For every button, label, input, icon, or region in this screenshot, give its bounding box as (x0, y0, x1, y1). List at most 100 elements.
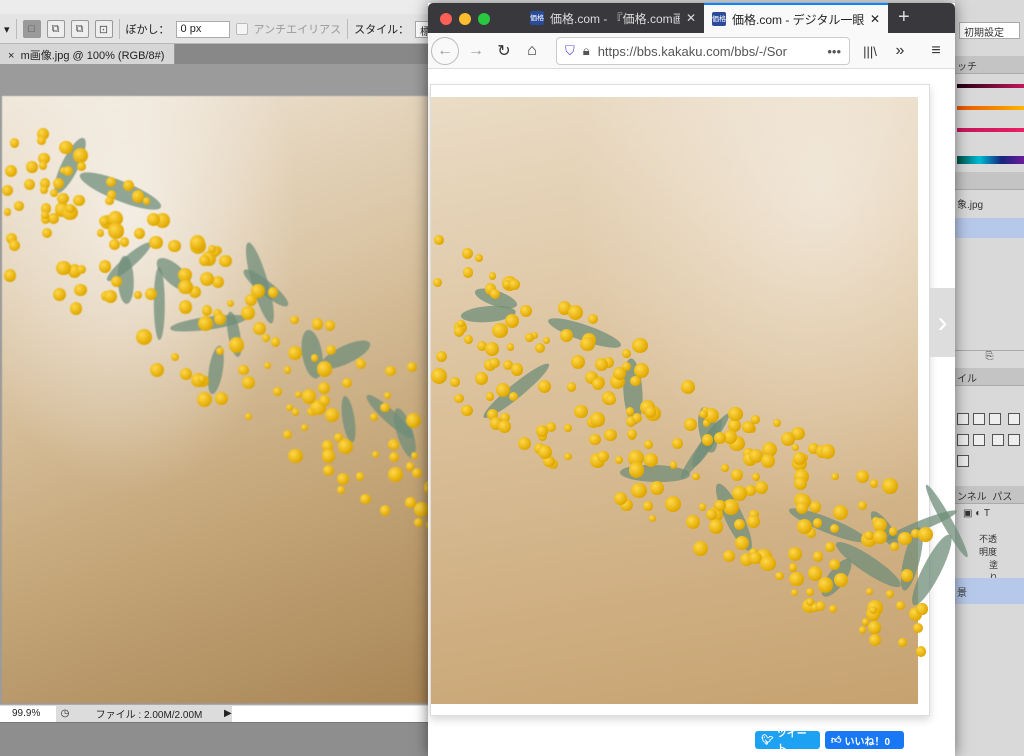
blossom-dot (98, 260, 112, 273)
bw-icon[interactable] (1007, 413, 1020, 425)
blossom-dot (463, 335, 473, 345)
browser-tab[interactable]: 価格 価格.com - 『価格.com画像ア ✕ (522, 3, 704, 33)
invert-icon[interactable] (957, 455, 969, 467)
layer-background[interactable]: 景 (955, 578, 1024, 604)
blossom-dot (273, 387, 283, 397)
channel-mixer-icon[interactable] (973, 434, 985, 446)
ps-status-bar: 99.9% ◷ ファイル : 2.00M/2.00M ▶ (0, 704, 428, 722)
blossom-dot (564, 424, 572, 432)
blossom-dot (56, 260, 71, 276)
blossom-dot (341, 377, 353, 389)
blossom-dot (721, 464, 729, 472)
blossom-dot (200, 271, 215, 286)
divider (347, 19, 349, 39)
library-icon[interactable]: |||\ (860, 39, 880, 63)
levels-icon[interactable] (957, 413, 969, 425)
swatch-row[interactable] (957, 128, 1024, 132)
home-button[interactable]: ⌂ (522, 39, 542, 63)
history-file[interactable]: 象.jpg (955, 194, 1024, 213)
blossom-dot (110, 276, 122, 288)
intersect-selection-icon[interactable]: ⊡ (94, 20, 113, 38)
blossom-dot (805, 588, 814, 597)
blossom-dot (898, 531, 912, 546)
add-selection-icon[interactable]: ⧉ (46, 20, 65, 38)
blossom-dot (238, 364, 249, 376)
blossom-dot (74, 283, 87, 296)
adjustment-icons (955, 410, 1024, 473)
new-snapshot-icon[interactable]: ⎘ (955, 350, 1024, 368)
blossom-dot (590, 412, 605, 427)
status-icon[interactable]: ◷ (56, 708, 74, 719)
swatch-row[interactable] (957, 84, 1024, 88)
next-image-button[interactable]: › (930, 288, 955, 357)
close-tab-icon[interactable]: ✕ (870, 12, 880, 26)
menu-icon[interactable]: ≡ (926, 39, 946, 63)
blossom-dot (792, 451, 806, 465)
blossom-dot (453, 326, 465, 337)
blossom-dot (2, 184, 14, 197)
tool-preset-dropdown[interactable]: ▾ (4, 23, 10, 36)
blossom-dot (57, 192, 69, 205)
photo-filter-icon[interactable] (957, 434, 969, 446)
swatch-row[interactable] (957, 106, 1024, 110)
zoom-level[interactable]: 99.9% (0, 705, 56, 722)
history-selected[interactable] (955, 218, 1024, 238)
curves-icon[interactable] (973, 413, 985, 425)
exposure-icon[interactable] (989, 413, 1001, 425)
mimosa-photo[interactable] (431, 97, 972, 704)
back-button[interactable]: ← (431, 37, 459, 65)
image-frame (430, 84, 972, 716)
selective-color-icon[interactable] (1007, 434, 1020, 446)
browser-tab-active[interactable]: 価格 価格.com - デジタル一眼カメ ✕ (704, 3, 888, 33)
blossom-dot (789, 571, 804, 586)
blossom-dot (485, 392, 495, 401)
blossom-dot (735, 535, 750, 550)
blossom-dot (597, 450, 609, 463)
blossom-dot (683, 417, 697, 431)
zoom-window-button[interactable] (478, 13, 490, 25)
tab-channels[interactable]: ンネル (957, 492, 987, 503)
close-icon[interactable]: × (8, 50, 14, 62)
feather-input[interactable]: 0 px (175, 20, 230, 38)
new-selection-icon[interactable]: □ (22, 20, 41, 38)
ps-canvas-image[interactable] (2, 96, 428, 703)
blossom-dot (648, 515, 657, 523)
blossom-dot (435, 350, 448, 363)
blossom-dot (263, 361, 272, 370)
antialias-checkbox[interactable] (235, 23, 248, 35)
overflow-icon[interactable]: » (890, 39, 910, 63)
reload-button[interactable]: ↻ (494, 39, 514, 63)
url-bar[interactable]: ⛉ 🔒︎ https://bbs.kakaku.com/bbs/-/Sor ••… (556, 37, 850, 65)
blossom-dot (149, 362, 165, 378)
blossom-dot (142, 197, 151, 205)
gradient-map-icon[interactable] (991, 434, 1004, 446)
shield-icon[interactable]: ⛉ (565, 43, 575, 59)
close-tab-icon[interactable]: ✕ (686, 11, 696, 25)
swatch-row[interactable] (957, 156, 1024, 164)
swatches-tab[interactable]: ッチ (955, 56, 1024, 74)
page-actions-icon[interactable]: ••• (827, 44, 841, 59)
blossom-dot (410, 451, 419, 459)
workspace-select[interactable]: 初期設定 (959, 22, 1020, 39)
url-text[interactable]: https://bbs.kakaku.com/bbs/-/Sor (598, 44, 820, 59)
blossom-dot (77, 162, 86, 171)
subtract-selection-icon[interactable]: ⧉ (70, 20, 89, 38)
close-window-button[interactable] (440, 13, 452, 25)
forward-button[interactable]: → (466, 39, 486, 63)
blossom-dot (228, 337, 245, 353)
minimize-window-button[interactable] (459, 13, 471, 25)
styles-tab[interactable]: イル (955, 368, 1024, 386)
tweet-button[interactable]: 🐦︎ ツイート (755, 729, 820, 755)
document-title: m画像.jpg @ 100% (RGB/8#) (20, 50, 165, 62)
document-tab[interactable]: × m画像.jpg @ 100% (RGB/8#) (0, 44, 175, 64)
blossom-dot (542, 336, 551, 345)
blossom-dot (355, 472, 365, 481)
lock-icon[interactable]: 🔒︎ (583, 43, 590, 59)
blossom-dot (76, 264, 87, 275)
new-tab-button[interactable]: + (898, 6, 910, 29)
tab-paths[interactable]: パス (992, 492, 1012, 503)
blossom-dot (197, 391, 213, 407)
blossom-dot (751, 415, 761, 425)
status-menu-arrow-icon[interactable]: ▶ (224, 708, 232, 719)
like-button[interactable]: 👍︎ いいね！0 (825, 731, 904, 749)
